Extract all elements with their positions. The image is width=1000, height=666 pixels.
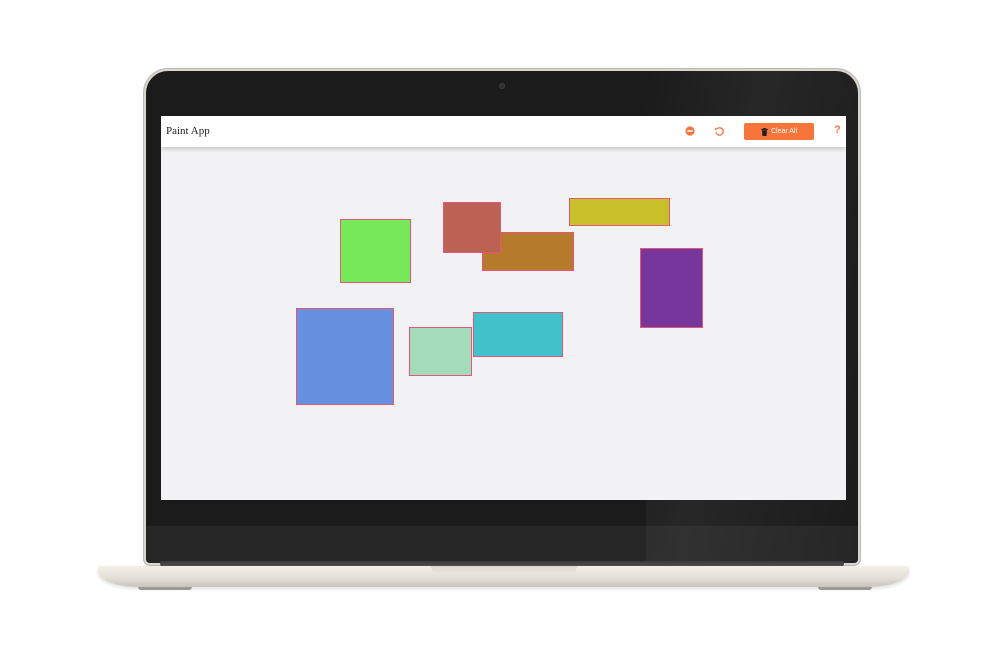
laptop-mockup: Paint App Clear All ? (0, 0, 1000, 666)
undo-icon (714, 126, 724, 136)
help-button[interactable]: ? (834, 124, 841, 136)
app-window: Paint App Clear All ? (161, 116, 846, 500)
blue-rectangle[interactable] (296, 308, 394, 405)
cyan-rectangle[interactable] (473, 312, 563, 357)
clear-all-label: Clear All (770, 128, 798, 135)
clear-all-button[interactable]: Clear All (744, 123, 814, 140)
purple-rectangle[interactable] (640, 248, 703, 328)
laptop-foot-left (138, 587, 192, 590)
drawing-canvas[interactable] (161, 147, 846, 500)
eraser-button[interactable] (683, 124, 697, 138)
toolbar: Paint App Clear All ? (161, 116, 846, 147)
app-title: Paint App (166, 125, 210, 137)
minus-circle-icon (685, 126, 695, 136)
undo-button[interactable] (712, 124, 726, 138)
red-rectangle[interactable] (443, 202, 501, 253)
yellow-rectangle[interactable] (569, 198, 670, 226)
laptop-base (98, 566, 909, 587)
green-rectangle[interactable] (340, 219, 411, 283)
laptop-notch (431, 566, 577, 574)
camera-icon (499, 83, 505, 89)
mint-rectangle[interactable] (409, 327, 472, 376)
laptop-foot-right (818, 587, 872, 590)
trash-icon (761, 127, 768, 136)
